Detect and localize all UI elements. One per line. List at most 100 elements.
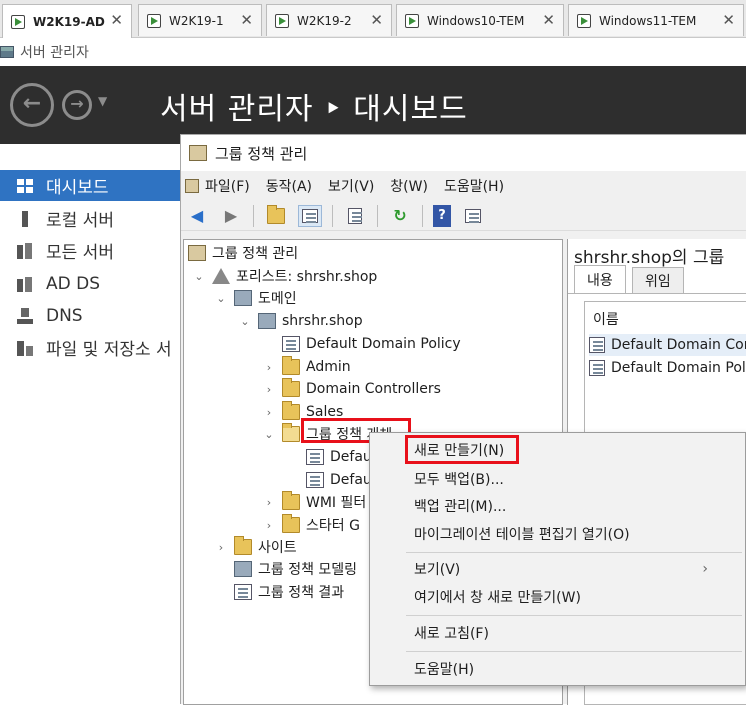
gpmc-icon [188, 245, 206, 261]
vm-tab-bar: W2K19-AD ✕ W2K19-1 ✕ W2K19-2 ✕ Windows10… [0, 0, 746, 38]
show-hide-tree-icon[interactable] [298, 204, 322, 227]
expand-chevron-icon[interactable]: ⌄ [214, 292, 228, 305]
tree-label: Admin [306, 359, 351, 375]
tab-label: W2K19-2 [297, 13, 352, 28]
tab-windows10-tem[interactable]: Windows10-TEM ✕ [396, 4, 564, 36]
menu-file[interactable]: 파일(F) [205, 176, 250, 196]
expand-chevron-icon[interactable]: › [262, 406, 276, 419]
sidebar-item-label: 대시보드 [46, 178, 109, 198]
sidebar-item-dns[interactable]: DNS [0, 300, 180, 331]
vm-icon [577, 13, 591, 28]
tree-node-wmi-filters[interactable]: › WMI 필터 [262, 491, 366, 513]
sidebar-item-all-servers[interactable]: 모든 서버 [0, 235, 180, 266]
tab-w2k19-1[interactable]: W2K19-1 ✕ [138, 4, 262, 36]
tree-label: 스타터 G [306, 518, 360, 534]
list-item[interactable]: Default Domain Poli [589, 357, 746, 379]
tab-contents[interactable]: 내용 [574, 265, 626, 293]
forward-icon[interactable]: ▶ [219, 205, 243, 227]
close-icon[interactable]: ✕ [542, 11, 555, 29]
forward-arrow-icon[interactable]: → [62, 90, 92, 120]
dns-icon [17, 307, 33, 324]
sidebar-item-label: AD DS [46, 273, 101, 294]
tree-node-gpo-1[interactable]: Defau [286, 446, 372, 468]
sidebar-item-file-storage[interactable]: 파일 및 저장소 서 [0, 332, 180, 363]
menu-action[interactable]: 동작(A) [266, 176, 312, 196]
sidebar-item-local-server[interactable]: 로컬 서버 [0, 203, 180, 234]
menu-item-label: 모두 백업(B)... [414, 472, 504, 488]
tab-label: Windows11-TEM [599, 13, 697, 28]
expand-chevron-icon[interactable]: › [262, 496, 276, 509]
tree-label: Defau [330, 472, 372, 488]
refresh-icon[interactable]: ↻ [388, 205, 412, 227]
menu-item-refresh[interactable]: 새로 고침(F) [370, 620, 746, 646]
tree-node-gpo-2[interactable]: Defau [286, 469, 372, 491]
toolbar-separator [377, 204, 378, 227]
expand-chevron-icon[interactable]: › [262, 519, 276, 532]
back-icon[interactable]: ◀ [185, 205, 209, 227]
gpo-icon [306, 449, 324, 465]
tree-node-admin[interactable]: › Admin [262, 356, 351, 378]
close-icon[interactable]: ✕ [722, 11, 735, 29]
tree-node-sites[interactable]: › 사이트 [214, 536, 297, 558]
up-folder-icon[interactable] [264, 204, 288, 227]
tab-label: W2K19-1 [169, 13, 224, 28]
menu-item-manage-backups[interactable]: 백업 관리(M)... [370, 493, 746, 519]
sidebar-item-label: 모든 서버 [46, 243, 114, 263]
close-icon[interactable]: ✕ [110, 11, 123, 29]
sidebar-item-label: 파일 및 저장소 서 [46, 340, 172, 360]
menu-window[interactable]: 창(W) [390, 176, 428, 196]
menu-item-backup-all[interactable]: 모두 백업(B)... [370, 466, 746, 492]
back-arrow-icon[interactable]: ← [10, 83, 54, 127]
sites-icon [234, 536, 252, 555]
wmi-folder-icon [282, 491, 300, 510]
tree-node-gpmc-root[interactable]: 그룹 정책 관리 [188, 242, 298, 264]
tree-node-gp-results[interactable]: 그룹 정책 결과 [214, 581, 344, 603]
menu-item-new-window[interactable]: 여기에서 창 새로 만들기(W) [370, 584, 746, 610]
menu-view[interactable]: 보기(V) [328, 176, 374, 196]
tree-label: shrshr.shop [282, 313, 363, 329]
tree-node-default-domain-policy[interactable]: Default Domain Policy [262, 333, 461, 355]
expand-chevron-icon[interactable]: › [214, 541, 228, 554]
tree-node-starter-gpos[interactable]: › 스타터 G [262, 514, 360, 536]
close-icon[interactable]: ✕ [370, 11, 383, 29]
tree-label: 그룹 정책 모델링 [258, 562, 358, 578]
expand-chevron-icon[interactable]: › [262, 383, 276, 396]
sidebar-item-ad-ds[interactable]: AD DS [0, 268, 180, 299]
menu-item-label: 여기에서 창 새로 만들기(W) [414, 590, 581, 606]
properties-icon[interactable] [461, 205, 485, 227]
expand-chevron-icon[interactable]: ⌄ [192, 270, 206, 283]
close-icon[interactable]: ✕ [240, 11, 253, 29]
menu-item-label: 보기(V) [414, 562, 461, 578]
tab-w2k19-2[interactable]: W2K19-2 ✕ [266, 4, 392, 36]
tree-node-domain-controllers[interactable]: › Domain Controllers [262, 378, 441, 400]
help-icon[interactable]: ? [433, 204, 451, 227]
app-title-bar: 서버 관리자 [0, 38, 746, 66]
tree-node-domains[interactable]: ⌄ 도메인 [214, 287, 297, 309]
starter-folder-icon [282, 514, 300, 533]
vm-icon [147, 13, 161, 28]
tab-delegation[interactable]: 위임 [632, 267, 684, 293]
tree-node-forest[interactable]: ⌄ 포리스트: shrshr.shop [192, 265, 377, 287]
expand-chevron-icon[interactable]: ⌄ [262, 428, 276, 441]
expand-chevron-icon[interactable]: ⌄ [238, 315, 252, 328]
tab-windows11-tem[interactable]: Windows11-TEM ✕ [568, 4, 744, 36]
chevron-down-icon[interactable]: ▼ [98, 94, 107, 108]
directory-icon [17, 276, 32, 292]
menu-separator [406, 615, 742, 616]
clipboard-icon[interactable] [343, 205, 367, 227]
expand-chevron-icon[interactable]: › [262, 361, 276, 374]
menu-help[interactable]: 도움말(H) [444, 176, 504, 196]
menu-item-help[interactable]: 도움말(H) [370, 656, 746, 682]
tab-w2k19-ad[interactable]: W2K19-AD ✕ [2, 4, 132, 38]
forest-icon [212, 268, 230, 284]
gpmc-icon [189, 145, 207, 161]
tree-node-gp-modeling[interactable]: 그룹 정책 모델링 [214, 558, 357, 580]
tree-label: WMI 필터 [306, 495, 367, 511]
list-item[interactable]: Default Domain Con [589, 334, 746, 356]
ou-folder-icon [282, 378, 300, 397]
sidebar-item-dashboard[interactable]: 대시보드 [0, 170, 180, 201]
column-header-name[interactable]: 이름 [593, 308, 619, 330]
menu-item-view[interactable]: 보기(V) › [370, 556, 746, 582]
tree-node-domain-shrshr[interactable]: ⌄ shrshr.shop [238, 310, 363, 332]
menu-item-migration-editor[interactable]: 마이그레이션 테이블 편집기 열기(O) [370, 521, 746, 547]
